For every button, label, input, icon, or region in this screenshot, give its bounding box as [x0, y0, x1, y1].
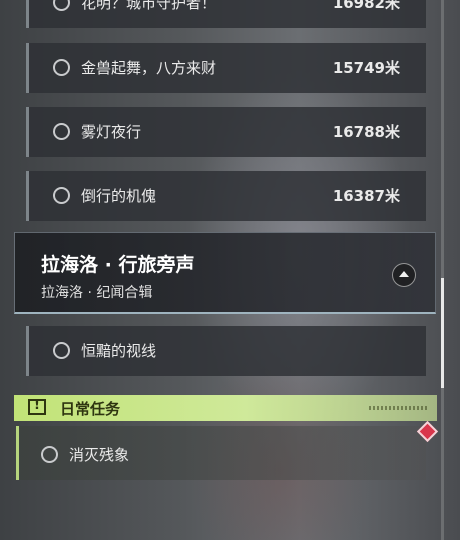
- quest-name: 倒行的机傀: [81, 187, 157, 205]
- scrollbar-track[interactable]: [441, 0, 444, 540]
- daily-quest-name: 消灭残象: [69, 446, 130, 464]
- quest-row[interactable]: 雾灯夜行 16788米: [26, 107, 426, 157]
- quest-row[interactable]: 金兽起舞，八方来财 15749米: [26, 43, 426, 93]
- quest-status-circle-icon: [53, 187, 70, 204]
- daily-quests-header[interactable]: 日常任务: [14, 395, 437, 421]
- quest-row[interactable]: 倒行的机傀 16387米: [26, 171, 426, 221]
- collapse-chevron-up-icon[interactable]: [392, 263, 416, 287]
- active-quest-title: 拉海洛 · 行旅旁声: [41, 254, 195, 276]
- quest-name: 花明？城市守护者！: [81, 0, 217, 12]
- scrollbar-thumb[interactable]: [441, 278, 444, 388]
- quest-status-circle-icon: [53, 123, 70, 140]
- daily-quests-label: 日常任务: [60, 400, 121, 418]
- daily-quest-row[interactable]: 消灭残象: [16, 426, 426, 480]
- quest-status-circle-icon: [53, 0, 70, 11]
- exclamation-box-icon: [28, 398, 46, 415]
- active-quest-subtitle: 拉海洛 · 纪闻合辑: [41, 285, 153, 301]
- quest-distance: 16982米: [332, 0, 400, 12]
- header-decoration: [369, 406, 427, 410]
- quest-distance: 16387米: [332, 187, 400, 205]
- quest-row[interactable]: 花明？城市守护者！ 16982米: [26, 0, 426, 28]
- quest-distance: 16788米: [332, 123, 400, 141]
- quest-name: 雾灯夜行: [81, 123, 142, 141]
- quest-status-circle-icon: [41, 446, 58, 463]
- quest-row[interactable]: 恒黯的视线: [26, 326, 426, 376]
- quest-distance: 15749米: [332, 59, 400, 77]
- quest-status-circle-icon: [53, 342, 70, 359]
- quest-status-circle-icon: [53, 59, 70, 76]
- active-quest-card[interactable]: 拉海洛 · 行旅旁声 拉海洛 · 纪闻合辑: [14, 232, 436, 314]
- quest-name: 恒黯的视线: [81, 342, 157, 360]
- quest-name: 金兽起舞，八方来财: [81, 59, 217, 77]
